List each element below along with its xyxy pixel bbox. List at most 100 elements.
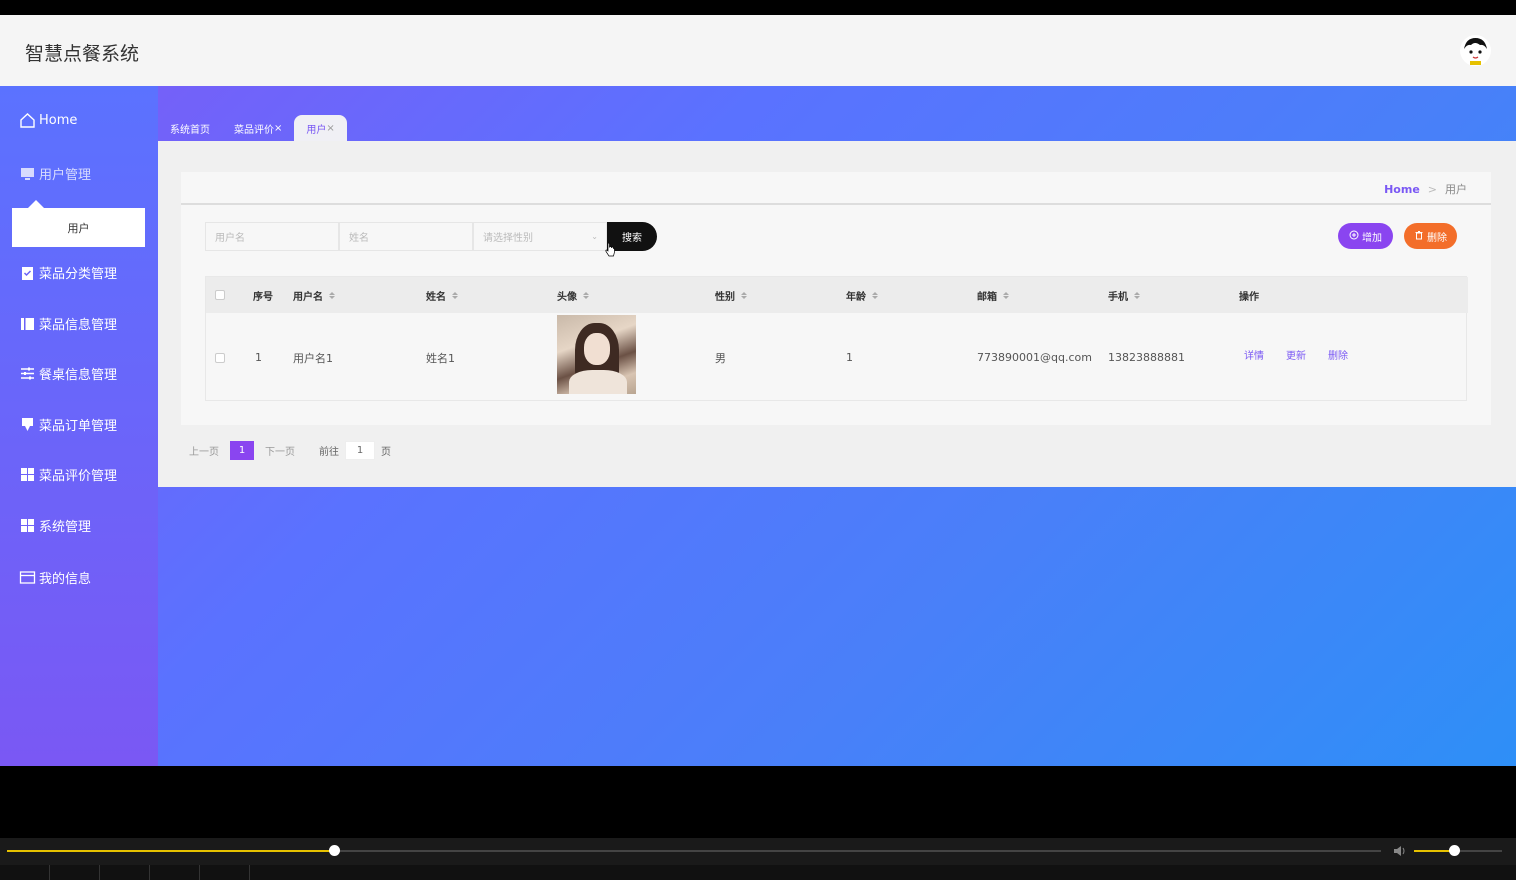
column-header-avatar[interactable]: 头像 [557, 277, 589, 313]
sort-icon[interactable] [452, 291, 458, 299]
sidebar-item-label: 系统管理 [39, 520, 92, 535]
sidebar-item-system[interactable]: 系统管理 [19, 516, 91, 535]
volume-icon[interactable] [1393, 845, 1407, 860]
taskbar-strip [0, 865, 1516, 880]
next-page-button[interactable]: 下一页 [265, 443, 295, 458]
header-label: 年龄 [846, 291, 866, 303]
sidebar-item-dish-category[interactable]: 菜品分类管理 [19, 263, 117, 282]
header-label: 操作 [1239, 291, 1259, 303]
sidebar-item-label: 用户管理 [39, 168, 92, 183]
add-button[interactable]: 增加 [1338, 223, 1393, 249]
volume-handle[interactable] [1448, 845, 1460, 856]
goto-page-input[interactable]: 1 [345, 441, 375, 460]
grid-icon [19, 517, 36, 534]
detail-link[interactable]: 详情 [1244, 347, 1264, 362]
sort-icon[interactable] [1003, 291, 1009, 299]
sort-icon[interactable] [329, 291, 335, 299]
column-header-index: 序号 [253, 277, 273, 313]
cell-username: 用户名1 [293, 351, 333, 365]
cell-email: 773890001@qq.com [977, 351, 1092, 364]
trash-icon [1414, 230, 1424, 243]
tab-home[interactable]: 系统首页 [158, 115, 222, 141]
sort-icon[interactable] [741, 291, 747, 299]
app-window: 智慧点餐系统 Home 用户管理 用户 菜品分类管理 菜品信息管理 餐桌信息管理… [0, 15, 1516, 766]
column-header-username[interactable]: 用户名 [293, 277, 335, 313]
column-header-name[interactable]: 姓名 [426, 277, 458, 313]
gender-select[interactable]: 请选择性别 ⌄ [473, 222, 607, 251]
table-header: 序号 用户名 姓名 头像 性别 年龄 邮箱 手机 操作 [206, 277, 1468, 313]
delete-button[interactable]: 删除 [1404, 223, 1457, 249]
sidebar-item-my-info[interactable]: 我的信息 [19, 568, 91, 587]
volume-slider-level [1414, 850, 1454, 852]
sidebar-item-label: 菜品分类管理 [39, 267, 118, 282]
sort-icon[interactable] [1134, 291, 1140, 299]
sidebar-item-dish-review[interactable]: 菜品评价管理 [19, 465, 117, 484]
select-all-checkbox[interactable] [215, 277, 225, 313]
tab-label: 菜品评价 [234, 124, 274, 136]
breadcrumb-home[interactable]: Home [1384, 183, 1420, 196]
content-panel: Home > 用户 用户名 姓名 请选择性别 ⌄ 搜索 增加 删除 序号 用户名… [158, 141, 1516, 487]
avatar-photo [557, 315, 636, 394]
update-link[interactable]: 更新 [1286, 347, 1306, 362]
sidebar-item-table-info[interactable]: 餐桌信息管理 [19, 364, 117, 383]
header-label: 用户名 [293, 291, 323, 303]
hand-cursor-icon [605, 242, 615, 257]
cell-avatar-image [557, 315, 636, 394]
row-checkbox[interactable] [215, 313, 225, 402]
column-header-age[interactable]: 年龄 [846, 277, 878, 313]
column-header-gender[interactable]: 性别 [715, 277, 747, 313]
column-header-actions: 操作 [1239, 277, 1259, 313]
sort-icon[interactable] [872, 291, 878, 299]
column-header-email[interactable]: 邮箱 [977, 277, 1009, 313]
prev-page-button[interactable]: 上一页 [189, 443, 219, 458]
sidebar-item-dish-info[interactable]: 菜品信息管理 [19, 314, 117, 333]
tab-label: 用户 [306, 124, 327, 136]
sidebar-item-dish-order[interactable]: 菜品订单管理 [19, 415, 117, 434]
chevron-down-icon: ⌄ [591, 232, 598, 241]
sidebar-item-user-management[interactable]: 用户管理 [19, 164, 91, 183]
cell-index: 1 [255, 351, 262, 364]
tab-bar: 系统首页 菜品评价 × 用户 × [158, 115, 347, 141]
header-label: 性别 [715, 291, 735, 303]
seek-bar[interactable] [7, 845, 1381, 856]
tab-close-icon[interactable]: × [326, 123, 334, 134]
sidebar-item-home[interactable]: Home [19, 112, 77, 129]
sort-icon[interactable] [583, 291, 589, 299]
volume-slider[interactable] [1414, 845, 1502, 856]
header-label: 邮箱 [977, 291, 997, 303]
plus-circle-icon [1349, 230, 1359, 243]
sidebar-item-label: 菜品订单管理 [39, 419, 118, 434]
delete-button-label: 删除 [1427, 232, 1447, 244]
header-label: 姓名 [426, 291, 446, 303]
name-input[interactable]: 姓名 [339, 222, 473, 251]
top-header: 智慧点餐系统 [0, 15, 1516, 86]
cell-age: 1 [846, 351, 853, 364]
search-bar: 用户名 姓名 请选择性别 ⌄ 搜索 [205, 222, 657, 251]
cell-name: 姓名1 [426, 351, 455, 365]
tab-dish-review[interactable]: 菜品评价 × [222, 115, 294, 141]
page-number-current[interactable]: 1 [230, 441, 254, 460]
sidebar-item-label: 菜品评价管理 [39, 469, 118, 484]
column-header-phone[interactable]: 手机 [1108, 277, 1140, 313]
cell-actions: 详情 更新 删除 [1244, 310, 1370, 399]
user-avatar[interactable] [1460, 35, 1491, 66]
sidebar-subitem-user[interactable]: 用户 [12, 200, 145, 247]
cell-phone: 13823888881 [1108, 351, 1185, 364]
user-table: 序号 用户名 姓名 头像 性别 年龄 邮箱 手机 操作 1 用户名1 姓名1 男… [205, 276, 1468, 402]
seek-handle[interactable] [329, 845, 340, 856]
breadcrumb-bar: Home > 用户 [181, 172, 1491, 205]
breadcrumb-separator: > [1427, 182, 1437, 196]
username-input[interactable]: 用户名 [205, 222, 339, 251]
header-label: 头像 [557, 291, 577, 303]
sidebar-item-label: 我的信息 [39, 572, 92, 587]
header-label: 序号 [253, 291, 273, 303]
breadcrumb-current: 用户 [1445, 183, 1467, 196]
delete-link[interactable]: 删除 [1328, 347, 1348, 362]
tab-label: 系统首页 [170, 124, 210, 136]
tab-user[interactable]: 用户 × [294, 115, 347, 141]
screen-frame: 智慧点餐系统 Home 用户管理 用户 菜品分类管理 菜品信息管理 餐桌信息管理… [0, 0, 1516, 880]
app-title: 智慧点餐系统 [25, 43, 140, 65]
book-icon [19, 315, 36, 332]
tab-close-icon[interactable]: × [274, 123, 282, 134]
add-button-label: 增加 [1362, 232, 1382, 244]
